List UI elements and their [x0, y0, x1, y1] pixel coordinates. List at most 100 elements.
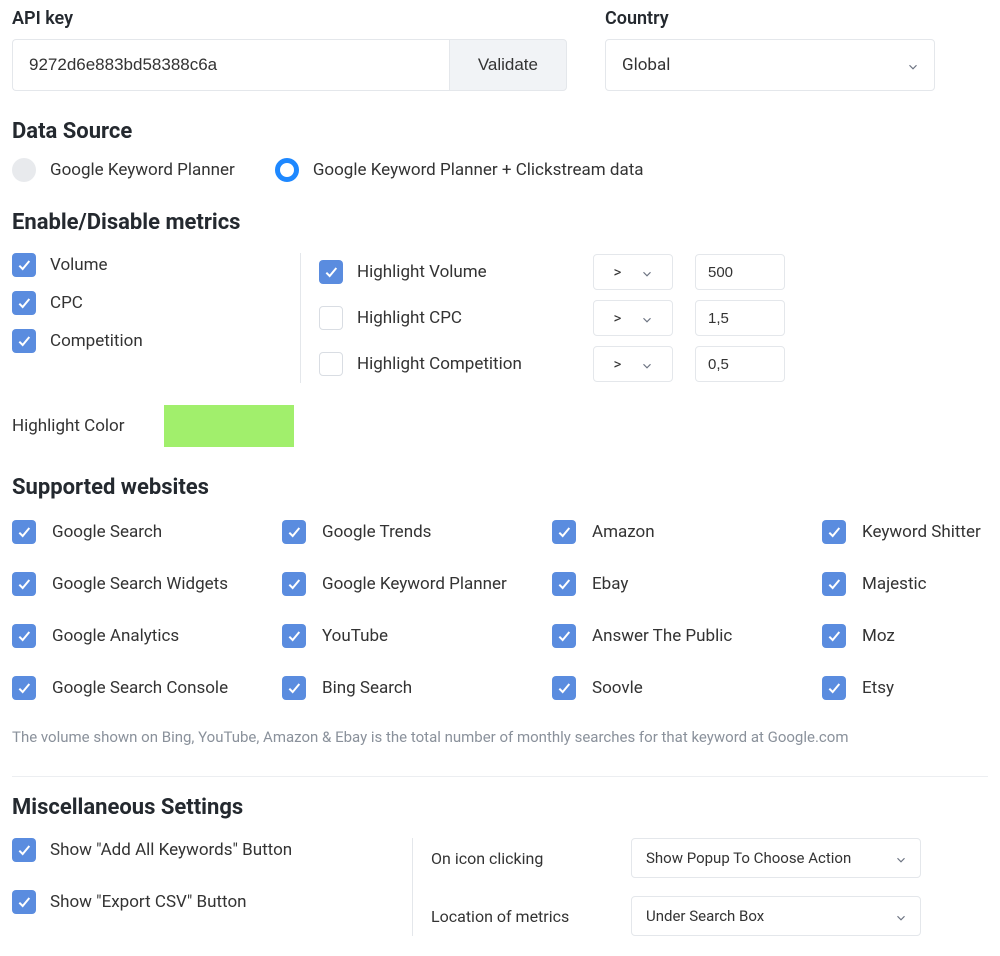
highlight-color-label: Highlight Color [12, 416, 124, 436]
site-label: Amazon [592, 522, 655, 542]
country-select[interactable]: Global [605, 39, 935, 91]
validate-button[interactable]: Validate [449, 39, 567, 91]
site-row: Google Search Console [12, 676, 282, 700]
radio-checked-icon [275, 158, 299, 182]
radio-gkp[interactable]: Google Keyword Planner [12, 158, 235, 182]
checkbox-site[interactable] [552, 520, 576, 544]
site-row: Keyword Shitter [822, 520, 1000, 544]
operator-select-cpc[interactable]: > [593, 300, 673, 336]
chevron-down-icon [906, 59, 918, 71]
site-row: Google Search Widgets [12, 572, 282, 596]
checkbox-site[interactable] [12, 520, 36, 544]
checkbox-site[interactable] [12, 624, 36, 648]
radio-gkp-label: Google Keyword Planner [50, 160, 235, 180]
supported-note: The volume shown on Bing, YouTube, Amazo… [12, 728, 988, 746]
site-label: Majestic [862, 574, 927, 594]
checkbox-site[interactable] [12, 676, 36, 700]
operator-select-volume[interactable]: > [593, 254, 673, 290]
operator-symbol: > [614, 355, 622, 373]
site-row: Google Trends [282, 520, 552, 544]
site-label: YouTube [322, 626, 388, 646]
site-row: Amazon [552, 520, 822, 544]
checkbox-site[interactable] [822, 572, 846, 596]
site-label: Google Keyword Planner [322, 574, 507, 594]
checkbox-competition[interactable] [12, 329, 36, 353]
site-row: Google Search [12, 520, 282, 544]
location-of-metrics-select[interactable]: Under Search Box [631, 896, 921, 936]
checkbox-highlight-cpc[interactable] [319, 306, 343, 330]
site-label: Google Analytics [52, 626, 179, 646]
site-row: YouTube [282, 624, 552, 648]
checkbox-add-all-keywords[interactable] [12, 838, 36, 862]
checkbox-site[interactable] [12, 572, 36, 596]
site-label: Etsy [862, 678, 894, 698]
radio-gkp-clickstream-label: Google Keyword Planner + Clickstream dat… [313, 160, 644, 180]
checkbox-site[interactable] [282, 624, 306, 648]
checkbox-site[interactable] [552, 624, 576, 648]
site-row: Soovle [552, 676, 822, 700]
checkbox-export-csv[interactable] [12, 890, 36, 914]
site-row: Google Keyword Planner [282, 572, 552, 596]
highlight-cpc-label: Highlight CPC [357, 308, 462, 328]
checkbox-volume[interactable] [12, 253, 36, 277]
location-of-metrics-value: Under Search Box [646, 907, 894, 925]
highlight-competition-label: Highlight Competition [357, 354, 522, 374]
data-source-title: Data Source [12, 119, 988, 144]
chevron-down-icon [894, 910, 906, 922]
site-label: Soovle [592, 678, 643, 698]
chevron-down-icon [640, 358, 652, 370]
site-label: Google Search [52, 522, 162, 542]
site-label: Bing Search [322, 678, 412, 698]
checkbox-site[interactable] [282, 520, 306, 544]
site-label: Google Search Console [52, 678, 228, 698]
checkbox-cpc[interactable] [12, 291, 36, 315]
checkbox-highlight-volume[interactable] [319, 260, 343, 284]
site-row: Answer The Public [552, 624, 822, 648]
site-row: Ebay [552, 572, 822, 596]
checkbox-site[interactable] [552, 572, 576, 596]
highlight-volume-label: Highlight Volume [357, 262, 487, 282]
add-all-keywords-label: Show "Add All Keywords" Button [50, 840, 292, 860]
checkbox-site[interactable] [822, 676, 846, 700]
on-icon-click-label: On icon clicking [431, 849, 611, 868]
on-icon-click-value: Show Popup To Choose Action [646, 849, 894, 867]
threshold-input-cpc[interactable] [695, 300, 785, 336]
site-row: Etsy [822, 676, 1000, 700]
chevron-down-icon [894, 852, 906, 864]
supported-websites-title: Supported websites [12, 475, 988, 500]
metrics-title: Enable/Disable metrics [12, 210, 988, 235]
country-value: Global [622, 55, 906, 75]
checkbox-highlight-competition[interactable] [319, 352, 343, 376]
threshold-input-volume[interactable] [695, 254, 785, 290]
site-row: Google Analytics [12, 624, 282, 648]
checkbox-site[interactable] [282, 676, 306, 700]
checkbox-volume-label: Volume [50, 255, 108, 275]
highlight-color-swatch[interactable] [164, 405, 294, 447]
site-label: Ebay [592, 574, 628, 594]
on-icon-click-select[interactable]: Show Popup To Choose Action [631, 838, 921, 878]
radio-gkp-clickstream[interactable]: Google Keyword Planner + Clickstream dat… [275, 158, 644, 182]
site-label: Google Trends [322, 522, 431, 542]
divider [12, 776, 988, 777]
chevron-down-icon [640, 266, 652, 278]
api-key-input[interactable] [12, 39, 449, 91]
site-row: Moz [822, 624, 1000, 648]
site-row: Majestic [822, 572, 1000, 596]
misc-title: Miscellaneous Settings [12, 795, 988, 820]
api-key-label: API key [12, 8, 567, 29]
threshold-input-competition[interactable] [695, 346, 785, 382]
site-label: Keyword Shitter [862, 522, 981, 542]
country-label: Country [605, 8, 935, 29]
checkbox-site[interactable] [822, 624, 846, 648]
site-label: Moz [862, 626, 895, 646]
checkbox-competition-label: Competition [50, 331, 143, 351]
operator-symbol: > [614, 263, 622, 281]
operator-select-competition[interactable]: > [593, 346, 673, 382]
radio-unchecked-icon [12, 158, 36, 182]
checkbox-cpc-label: CPC [50, 293, 83, 313]
location-of-metrics-label: Location of metrics [431, 907, 611, 926]
export-csv-label: Show "Export CSV" Button [50, 892, 247, 912]
checkbox-site[interactable] [822, 520, 846, 544]
checkbox-site[interactable] [282, 572, 306, 596]
checkbox-site[interactable] [552, 676, 576, 700]
